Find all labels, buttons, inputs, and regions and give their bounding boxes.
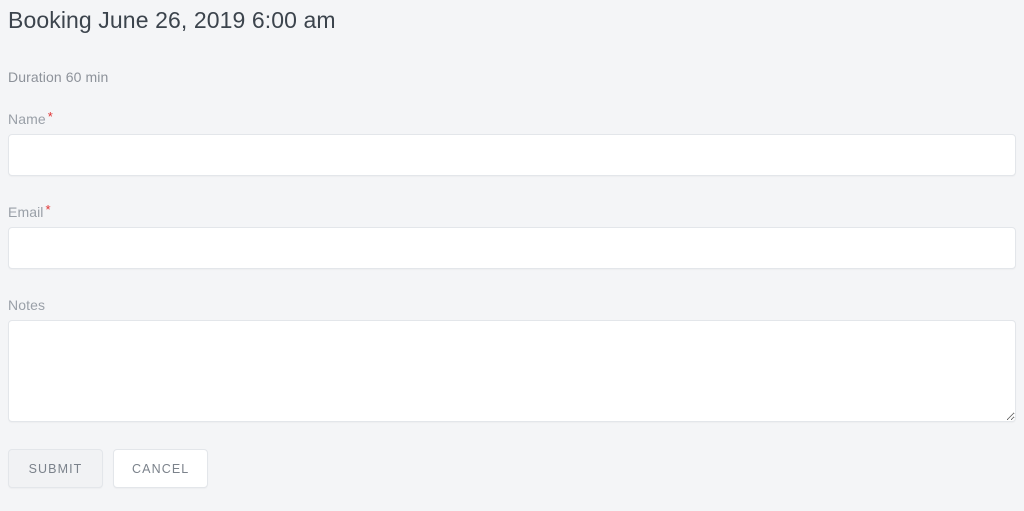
email-label: Email * <box>8 202 1016 222</box>
booking-duration: Duration 60 min <box>8 69 109 85</box>
booking-form: Name * Email * Notes SUBMIT CANCEL <box>8 87 1016 488</box>
field-notes: Notes <box>8 269 1016 422</box>
name-label-text: Name <box>8 111 46 127</box>
field-name: Name * <box>8 109 1016 176</box>
field-email: Email * <box>8 176 1016 269</box>
name-input[interactable] <box>8 134 1016 176</box>
name-required-icon: * <box>47 109 53 124</box>
cancel-button[interactable]: CANCEL <box>113 449 209 488</box>
notes-textarea[interactable] <box>8 320 1016 422</box>
email-required-icon: * <box>45 202 51 217</box>
page-title: Booking June 26, 2019 6:00 am <box>8 7 336 33</box>
booking-form-page: Booking June 26, 2019 6:00 am Duration 6… <box>0 0 1024 511</box>
submit-button[interactable]: SUBMIT <box>8 449 103 488</box>
notes-label: Notes <box>8 295 1016 315</box>
name-label: Name * <box>8 109 1016 129</box>
form-actions: SUBMIT CANCEL <box>8 422 1016 488</box>
notes-label-text: Notes <box>8 297 46 313</box>
email-input[interactable] <box>8 227 1016 269</box>
email-label-text: Email <box>8 204 44 220</box>
